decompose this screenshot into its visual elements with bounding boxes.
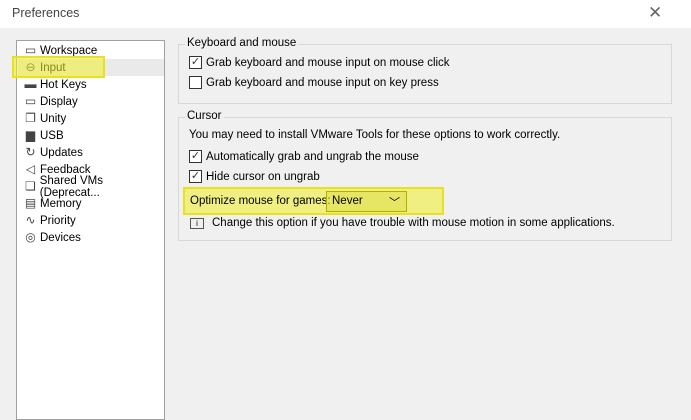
feedback-icon: ◁ [25, 162, 36, 176]
sidebar-item-unity[interactable]: ❐ Unity [18, 110, 164, 127]
info-text: Change this option if you have trouble w… [212, 217, 615, 229]
checkbox[interactable] [189, 76, 202, 89]
group-title: Keyboard and mouse [185, 37, 299, 49]
optimize-mouse-dropdown[interactable]: Never ﹀ [326, 191, 407, 212]
checkbox[interactable]: ✓ [189, 150, 202, 163]
close-icon[interactable]: ✕ [648, 3, 662, 23]
window-title: Preferences [12, 6, 80, 20]
sidebar-item-label: Display [40, 95, 78, 108]
sidebar-item-label: Priority [40, 214, 76, 227]
sidebar-item-label: Memory [40, 197, 82, 210]
sidebar-item-memory[interactable]: ▤ Memory [18, 195, 164, 212]
sidebar-item-label: Workspace [40, 44, 98, 57]
devices-icon: ◎ [25, 230, 36, 244]
grab-on-keypress-checkbox[interactable]: Grab keyboard and mouse input on key pre… [189, 76, 439, 89]
checkbox-label: Hide cursor on ungrab [206, 170, 320, 183]
sidebar-item-label: Hot Keys [40, 78, 87, 91]
checkbox-label: Grab keyboard and mouse input on mouse c… [206, 56, 450, 69]
sidebar-item-label: USB [40, 129, 64, 142]
checkbox[interactable]: ✓ [189, 170, 202, 183]
sidebar-item-label: Updates [40, 146, 83, 159]
priority-icon: ∿ [25, 213, 36, 227]
sidebar-item-display[interactable]: ▭ Display [18, 93, 164, 110]
shared-vms-icon: ❏ [24, 179, 36, 193]
usb-icon: ▆ [25, 128, 36, 142]
sidebar-item-devices[interactable]: ◎ Devices [18, 229, 164, 246]
cursor-note: You may need to install VMware Tools for… [189, 129, 561, 141]
info-icon: i [190, 217, 204, 229]
checkbox-label: Automatically grab and ungrab the mouse [206, 150, 419, 163]
auto-grab-checkbox[interactable]: ✓ Automatically grab and ungrab the mouse [189, 150, 419, 163]
unity-icon: ❐ [25, 111, 36, 125]
sidebar-item-priority[interactable]: ∿ Priority [18, 212, 164, 229]
updates-icon: ↻ [25, 145, 36, 159]
keyboard-mouse-group: Keyboard and mouse [178, 37, 672, 104]
checkbox[interactable]: ✓ [189, 56, 202, 69]
keyboard-icon: ▬ [24, 77, 37, 91]
hide-cursor-checkbox[interactable]: ✓ Hide cursor on ungrab [189, 170, 320, 183]
checkbox-label: Grab keyboard and mouse input on key pre… [206, 76, 439, 89]
preferences-category-list: ▭Workspace⊖Input▬Hot Keys▭Display❐Unity▆… [16, 40, 165, 420]
memory-icon: ▤ [24, 196, 37, 210]
chevron-down-icon: ﹀ [389, 197, 400, 209]
optimize-label: Optimize mouse for games: [190, 195, 331, 207]
sidebar-item-updates[interactable]: ↻ Updates [18, 144, 164, 161]
display-icon: ▭ [24, 94, 37, 108]
sidebar-item-hot[interactable]: ▬ Hot Keys [18, 76, 164, 93]
sidebar-item-label: Devices [40, 231, 81, 244]
group-title: Cursor [185, 110, 224, 122]
grab-on-click-checkbox[interactable]: ✓ Grab keyboard and mouse input on mouse … [189, 56, 450, 69]
sidebar-item-usb[interactable]: ▆ USB [18, 127, 164, 144]
dropdown-value: Never [332, 195, 363, 207]
sidebar-item-label: Unity [40, 112, 67, 125]
input-highlight [12, 56, 105, 78]
sidebar-item-shared[interactable]: ❏ Shared VMs (Deprecat... [18, 175, 164, 199]
title-bar: Preferences ✕ [0, 0, 691, 28]
